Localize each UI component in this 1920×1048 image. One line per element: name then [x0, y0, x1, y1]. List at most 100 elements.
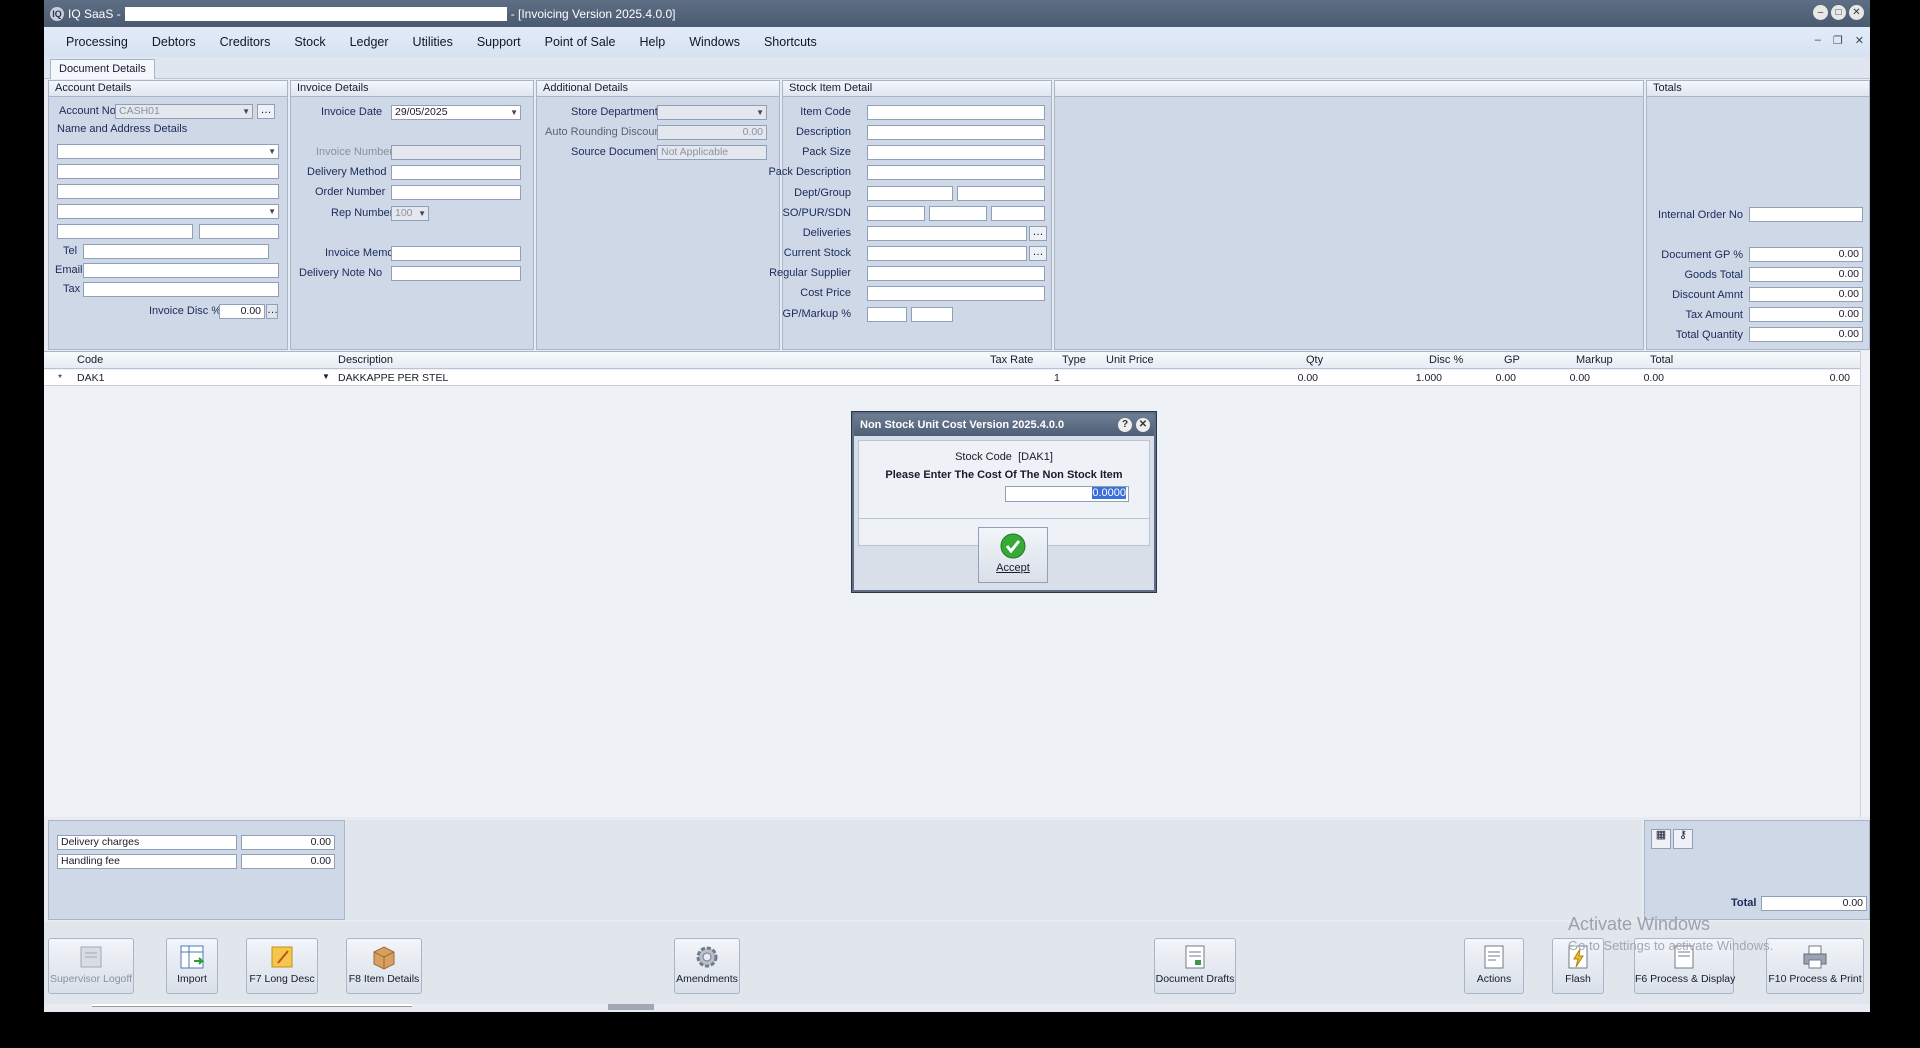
document-drafts-button[interactable]: Document Drafts [1154, 938, 1236, 994]
cell-gp[interactable]: 0.00 [1570, 372, 1590, 384]
sdn-field[interactable] [991, 206, 1045, 221]
f10-process-print-button[interactable]: F10 Process & Print [1766, 938, 1864, 994]
city-field[interactable] [57, 224, 193, 239]
key-icon[interactable]: ⚷ [1673, 829, 1693, 849]
item-code-field[interactable] [867, 105, 1045, 120]
rep-number-combo[interactable]: 100 ▼ [391, 206, 429, 221]
chevron-down-icon[interactable]: ▼ [322, 372, 330, 381]
f7-long-desc-button[interactable]: F7 Long Desc [246, 938, 318, 994]
address-line-2[interactable] [57, 184, 279, 199]
cell-code[interactable]: DAK1 [77, 372, 104, 384]
col-description[interactable]: Description [338, 354, 393, 366]
actions-button[interactable]: Actions [1464, 938, 1524, 994]
invoice-number-label: Invoice Number [316, 146, 394, 158]
col-code[interactable]: Code [77, 354, 103, 366]
col-total[interactable]: Total [1650, 354, 1673, 366]
col-qty[interactable]: Qty [1306, 354, 1323, 366]
amendments-button[interactable]: Amendments [674, 938, 740, 994]
col-gp[interactable]: GP [1504, 354, 1520, 366]
help-icon[interactable]: ? [1118, 418, 1132, 432]
col-type[interactable]: Type [1062, 354, 1086, 366]
menu-processing[interactable]: Processing [66, 35, 128, 49]
delivery-note-field[interactable] [391, 266, 521, 281]
col-markup[interactable]: Markup [1576, 354, 1613, 366]
supervisor-logoff-button[interactable]: Supervisor Logoff [48, 938, 134, 994]
pack-description-field[interactable] [867, 165, 1045, 180]
col-unit-price[interactable]: Unit Price [1106, 354, 1154, 366]
menu-debtors[interactable]: Debtors [152, 35, 196, 49]
pur-field[interactable] [929, 206, 987, 221]
delivery-charges-field[interactable]: 0.00 [241, 835, 335, 850]
menu-windows[interactable]: Windows [689, 35, 740, 49]
email-field[interactable] [83, 263, 279, 278]
address-line-1[interactable] [57, 164, 279, 179]
menu-ledger[interactable]: Ledger [350, 35, 389, 49]
group-field[interactable] [957, 186, 1045, 201]
tab-document-details[interactable]: Document Details [50, 59, 155, 79]
cell-unit-price[interactable]: 0.00 [1298, 372, 1318, 384]
grand-total-panel: ▦ ⚷ Total 0.00 [1644, 820, 1870, 920]
menu-point-of-sale[interactable]: Point of Sale [545, 35, 616, 49]
cost-input[interactable]: 0.0000 [1005, 486, 1129, 502]
menu-utilities[interactable]: Utilities [413, 35, 453, 49]
invoice-memo-field[interactable] [391, 246, 521, 261]
invoice-disc-button[interactable]: … [266, 304, 278, 319]
cell-disc[interactable]: 0.00 [1496, 372, 1516, 384]
cell-total[interactable]: 0.00 [1830, 372, 1850, 384]
description-field[interactable] [867, 125, 1045, 140]
pack-size-field[interactable] [867, 145, 1045, 160]
dept-field[interactable] [867, 186, 953, 201]
current-stock-field[interactable] [867, 246, 1027, 261]
col-tax-rate[interactable]: Tax Rate [990, 354, 1033, 366]
grid-scrollbar[interactable] [1860, 351, 1870, 817]
postal-code-field[interactable] [199, 224, 279, 239]
cell-description[interactable]: DAKKAPPE PER STEL [338, 372, 448, 384]
tax-field[interactable] [83, 282, 279, 297]
deliveries-lookup-button[interactable]: … [1029, 226, 1047, 241]
regular-supplier-field[interactable] [867, 266, 1045, 281]
col-disc[interactable]: Disc % [1429, 354, 1463, 366]
maximize-icon[interactable]: □ [1831, 5, 1846, 20]
mdi-close-icon[interactable]: ✕ [1855, 34, 1864, 47]
current-stock-lookup-button[interactable]: … [1029, 246, 1047, 261]
invoice-disc-field[interactable]: 0.00 [219, 304, 265, 319]
cost-price-field[interactable] [867, 286, 1045, 301]
import-button[interactable]: Import [166, 938, 218, 994]
menu-stock[interactable]: Stock [294, 35, 325, 49]
menu-help[interactable]: Help [640, 35, 666, 49]
account-no-combo[interactable]: CASH01 ▼ [115, 104, 253, 119]
name-combo[interactable]: ▼ [57, 144, 279, 159]
panel-header: Totals [1647, 81, 1869, 97]
gp-field[interactable] [867, 307, 907, 322]
minimize-icon[interactable]: – [1813, 5, 1828, 20]
menu-shortcuts[interactable]: Shortcuts [764, 35, 817, 49]
tel-field[interactable] [83, 244, 269, 259]
account-lookup-button[interactable]: … [257, 104, 275, 119]
mdi-minimize-icon[interactable]: – [1815, 34, 1821, 47]
menu-support[interactable]: Support [477, 35, 521, 49]
mdi-restore-icon[interactable]: ❐ [1833, 34, 1843, 47]
invoice-date-picker[interactable]: 29/05/2025 ▼ [391, 105, 521, 120]
close-icon[interactable]: ✕ [1136, 418, 1150, 432]
dialog-title: Non Stock Unit Cost Version 2025.4.0.0 [860, 419, 1065, 431]
address-line-3-combo[interactable]: ▼ [57, 204, 279, 219]
deliveries-field[interactable] [867, 226, 1027, 241]
f8-item-details-button[interactable]: F8 Item Details [346, 938, 422, 994]
table-row[interactable]: * DAK1 ▼ DAKKAPPE PER STEL 1 0.00 1.000 … [44, 370, 1862, 386]
accept-button[interactable]: Accept [978, 527, 1048, 583]
panel-header: Stock Item Detail [783, 81, 1051, 97]
cell-qty[interactable]: 1.000 [1416, 372, 1442, 384]
store-department-combo[interactable]: ▼ [657, 105, 767, 120]
menu-creditors[interactable]: Creditors [220, 35, 271, 49]
so-field[interactable] [867, 206, 925, 221]
bottom-spacer [346, 820, 1642, 920]
calculator-icon[interactable]: ▦ [1651, 829, 1671, 849]
handling-fee-field[interactable]: 0.00 [241, 854, 335, 869]
markup-field[interactable] [911, 307, 953, 322]
close-icon[interactable]: ✕ [1849, 5, 1864, 20]
delivery-method-field[interactable] [391, 165, 521, 180]
internal-order-field[interactable] [1749, 207, 1863, 222]
cell-markup[interactable]: 0.00 [1644, 372, 1664, 384]
order-number-field[interactable] [391, 185, 521, 200]
cell-tax-rate[interactable]: 1 [1054, 372, 1060, 384]
